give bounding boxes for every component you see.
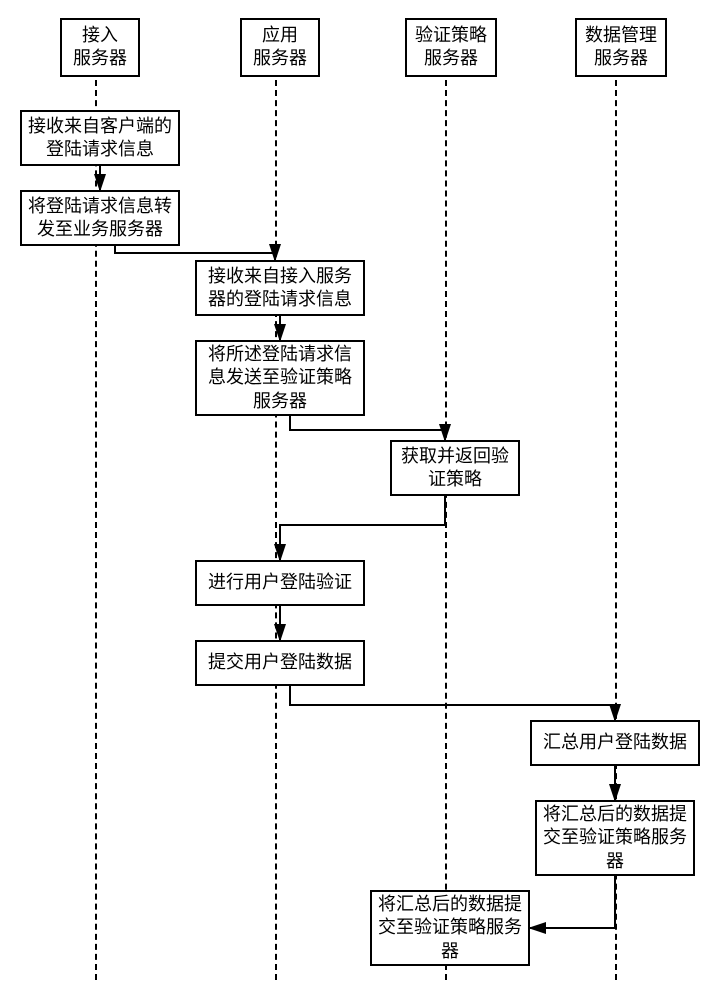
step-submit-aggregated-to-policy-dm: 将汇总后的数据提交至验证策略服务器	[535, 800, 695, 876]
lane-line-app	[275, 80, 277, 980]
lane-header-datamgr: 数据管理服务器	[575, 18, 667, 77]
lane-header-policy: 验证策略服务器	[405, 18, 497, 77]
step-submit-login-data: 提交用户登陆数据	[195, 640, 365, 686]
step-user-login-verify: 进行用户登陆验证	[195, 560, 365, 606]
lane-line-policy	[445, 80, 447, 980]
step-submit-aggregated-to-policy: 将汇总后的数据提交至验证策略服务器	[370, 890, 530, 966]
step-forward-to-business: 将登陆请求信息转发至业务服务器	[20, 190, 180, 246]
lane-header-app: 应用服务器	[240, 18, 320, 77]
lane-header-access: 接入服务器	[60, 18, 140, 77]
step-aggregate-login-data: 汇总用户登陆数据	[530, 720, 700, 766]
step-recv-client-login: 接收来自客户端的登陆请求信息	[20, 110, 180, 166]
step-recv-from-access: 接收来自接入服务器的登陆请求信息	[195, 260, 365, 316]
step-get-return-policy: 获取并返回验证策略	[390, 440, 520, 496]
step-send-to-policy: 将所述登陆请求信息发送至验证策略服务器	[195, 340, 365, 416]
